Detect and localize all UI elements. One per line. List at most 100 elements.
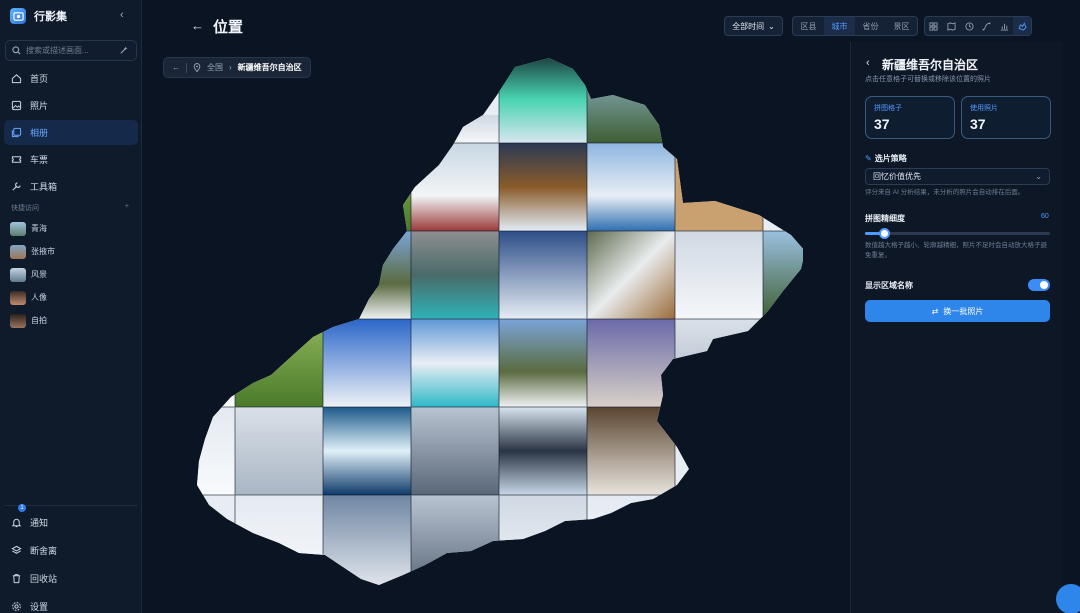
- panel-back-icon[interactable]: ‹: [866, 57, 870, 69]
- mosaic-tile[interactable]: [587, 143, 675, 231]
- nav-item-tickets[interactable]: 车票: [4, 147, 138, 172]
- view-chart-button[interactable]: [996, 17, 1014, 35]
- density-hint: 数值越大格子越小、轮廓越精细，照片不足时会自动放大格子避免重复。: [865, 242, 1047, 259]
- view-grid-button[interactable]: [925, 17, 943, 35]
- density-slider-handle[interactable]: [878, 228, 890, 239]
- mosaic-tile[interactable]: [499, 407, 587, 495]
- quick-item-scenery[interactable]: 风景: [10, 263, 134, 286]
- app-logo-icon: [10, 8, 26, 24]
- mosaic-tile[interactable]: [675, 319, 763, 407]
- quick-access-list: 青海 张掖市 风景 人像 自拍: [10, 217, 134, 332]
- mosaic-tile[interactable]: [411, 115, 499, 143]
- mosaic-tile[interactable]: [235, 407, 323, 495]
- view-region-button[interactable]: [1013, 17, 1032, 35]
- mosaic-tile[interactable]: [587, 407, 675, 495]
- mosaic-tile[interactable]: [193, 407, 235, 495]
- mosaic-tile[interactable]: [675, 231, 763, 319]
- mosaic-tile[interactable]: [763, 231, 805, 319]
- segment-province[interactable]: 省份: [855, 17, 886, 35]
- wrench-icon: [12, 182, 21, 191]
- mosaic-tile[interactable]: [235, 495, 323, 590]
- nav-item-albums[interactable]: 相册: [4, 120, 138, 145]
- mosaic-tile[interactable]: [323, 319, 411, 407]
- add-quick-access-button[interactable]: +: [125, 203, 129, 213]
- album-icon: [11, 127, 22, 138]
- page-title: 位置: [213, 19, 244, 36]
- stat-label: 使用照片: [970, 105, 998, 112]
- mosaic-tile[interactable]: [411, 407, 499, 495]
- album-thumbnail: [10, 244, 26, 259]
- mosaic-tile[interactable]: [323, 143, 411, 231]
- search-input[interactable]: [26, 46, 114, 55]
- ticket-icon: [11, 156, 22, 163]
- quick-item-portrait[interactable]: 人像: [10, 286, 134, 309]
- gear-icon: [12, 601, 21, 611]
- segment-scenic[interactable]: 景区: [886, 17, 917, 35]
- mosaic-tile[interactable]: [499, 495, 587, 590]
- nav-item-trash[interactable]: 回收站: [4, 565, 138, 591]
- nav-item-notifications[interactable]: 1 通知: [4, 504, 138, 535]
- nav-item-settings[interactable]: 设置: [4, 593, 138, 613]
- show-names-toggle[interactable]: [1028, 279, 1050, 291]
- quick-item-zhangye[interactable]: 张掖市: [10, 240, 134, 263]
- mosaic-tile[interactable]: [587, 319, 675, 407]
- mosaic-tile[interactable]: [675, 143, 763, 231]
- mosaic-tile[interactable]: [235, 319, 323, 407]
- nav-label: 车票: [30, 155, 49, 165]
- density-title: 拼图精细度: [865, 214, 905, 223]
- search-box[interactable]: [5, 40, 137, 61]
- image-icon: [11, 100, 22, 111]
- collapse-sidebar-icon[interactable]: ‹: [120, 9, 130, 23]
- quick-item-selfie[interactable]: 自拍: [10, 309, 134, 332]
- mosaic-tile[interactable]: [499, 231, 587, 319]
- bottom-nav: 1 通知 断舍离 回收站 设置: [4, 504, 138, 613]
- strategy-select[interactable]: 回忆价值优先 ⌄: [865, 168, 1050, 185]
- notification-badge: 1: [18, 504, 26, 512]
- nav-item-declutter[interactable]: 断舍离: [4, 537, 138, 563]
- floating-action-button[interactable]: [1056, 584, 1080, 613]
- mosaic-tile[interactable]: [499, 319, 587, 407]
- mosaic-tile[interactable]: [587, 231, 675, 319]
- nav-label: 照片: [30, 101, 49, 111]
- show-names-label: 显示区域名称: [865, 281, 913, 290]
- nav-item-toolbox[interactable]: 工具箱: [4, 174, 138, 199]
- density-slider[interactable]: [865, 228, 1050, 239]
- mosaic-tile[interactable]: [323, 407, 411, 495]
- time-filter-select[interactable]: 全部时间 ⌄: [724, 16, 783, 36]
- mosaic-tile[interactable]: [587, 495, 675, 590]
- mosaic-tile[interactable]: [323, 495, 411, 590]
- nav-label: 断舍离: [30, 545, 58, 556]
- chevron-down-icon: ⌄: [768, 21, 775, 31]
- mosaic-tile[interactable]: [587, 55, 675, 143]
- mosaic-tile[interactable]: [411, 143, 499, 231]
- quick-item-qinghai[interactable]: 青海: [10, 217, 134, 240]
- quick-access-header: 快捷访问 +: [11, 203, 129, 213]
- view-timeline-button[interactable]: [960, 17, 978, 35]
- mosaic-tile[interactable]: [411, 495, 499, 590]
- bar-chart-icon: [1000, 23, 1009, 31]
- route-icon: [982, 21, 991, 31]
- mosaic-tile[interactable]: [499, 55, 587, 143]
- nav-label: 设置: [30, 601, 49, 612]
- back-arrow-icon[interactable]: ←: [191, 18, 204, 33]
- segment-city[interactable]: 城市: [824, 17, 855, 35]
- breadcrumb-back-icon[interactable]: ←: [172, 63, 180, 72]
- nav-item-home[interactable]: 首页: [4, 66, 138, 91]
- nav-item-photos[interactable]: 照片: [4, 93, 138, 118]
- magic-wand-icon[interactable]: [119, 46, 128, 55]
- segment-county[interactable]: 区县: [793, 17, 824, 35]
- view-map-button[interactable]: [943, 17, 961, 35]
- strategy-select-value: 回忆价值优先: [873, 172, 921, 181]
- stat-card-photos: 使用照片 37: [961, 96, 1051, 139]
- mosaic-tile[interactable]: [323, 231, 411, 319]
- view-route-button[interactable]: [978, 17, 996, 35]
- nav-label: 工具箱: [30, 182, 58, 192]
- mosaic-tile[interactable]: [411, 319, 499, 407]
- mosaic-tile[interactable]: [193, 319, 235, 407]
- mosaic-tile[interactable]: [499, 143, 587, 231]
- shuffle-photos-button[interactable]: ⇄ 换一批照片: [865, 300, 1050, 322]
- app-name: 行影集: [34, 11, 67, 23]
- magic-wand-icon: ✎: [865, 154, 872, 163]
- mosaic-tile[interactable]: [411, 231, 499, 319]
- quick-item-label: 风景: [31, 270, 47, 279]
